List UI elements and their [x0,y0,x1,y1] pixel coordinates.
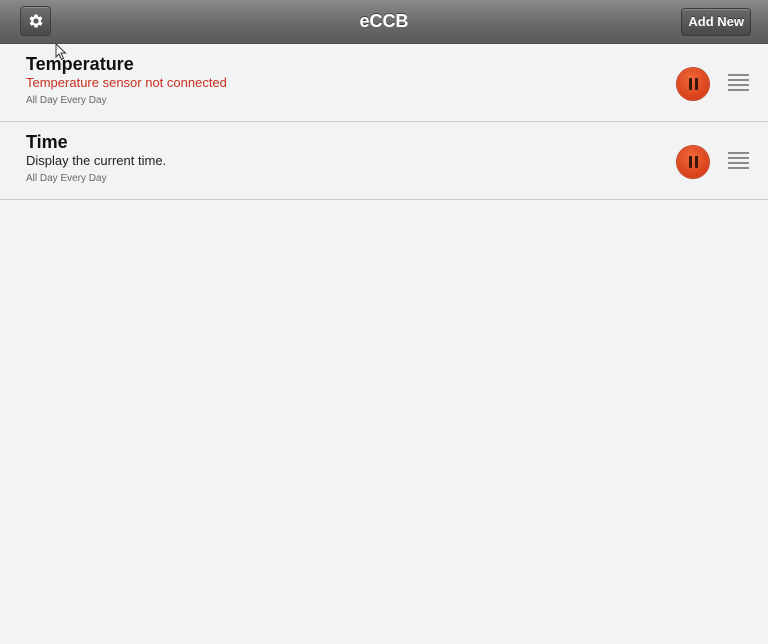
pause-button[interactable] [677,146,709,178]
item-description: Display the current time. [26,153,167,168]
list-item[interactable]: Temperature Temperature sensor not conne… [0,44,768,122]
top-toolbar: eCCB Add New [0,0,768,44]
pause-button[interactable] [677,68,709,100]
item-title: Time [26,132,68,152]
pause-icon [687,78,699,90]
drag-handle-icon[interactable] [728,152,749,170]
drag-handle-icon[interactable] [728,74,749,92]
item-title: Temperature [26,54,134,74]
add-new-button[interactable]: Add New [681,8,751,36]
item-schedule: All Day Every Day [26,173,107,184]
module-list: Temperature Temperature sensor not conne… [0,44,768,200]
app-title: eCCB [359,11,409,31]
item-description: Temperature sensor not connected [26,75,227,90]
pause-icon [687,156,699,168]
mouse-cursor-icon [55,43,67,61]
list-item[interactable]: Time Display the current time. All Day E… [0,122,768,200]
item-schedule: All Day Every Day [26,95,107,106]
